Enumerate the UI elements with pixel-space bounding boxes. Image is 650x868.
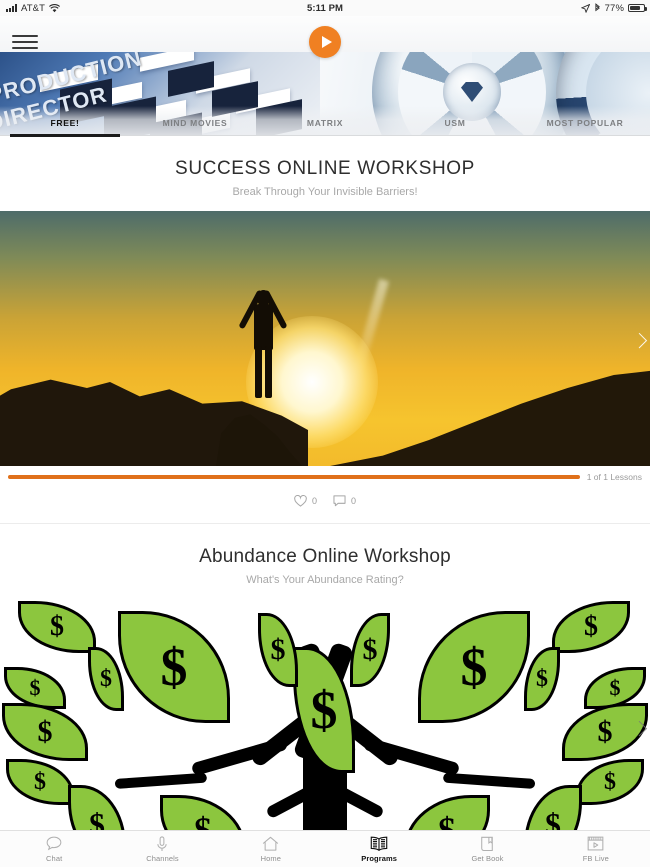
tree-branch [114, 772, 208, 789]
nav-label: Home [260, 853, 282, 863]
nav-label: Get Book [471, 853, 504, 863]
tab-usm[interactable]: USM [390, 110, 520, 136]
nav-label: Chat [46, 853, 63, 863]
nav-item-fb-live[interactable]: FB Live [542, 831, 650, 868]
nav-item-channels[interactable]: Channels [108, 831, 216, 868]
nav-item-get-book[interactable]: Get Book [433, 831, 541, 868]
money-leaf: $ [350, 613, 390, 687]
tab-label: MOST POPULAR [546, 117, 624, 128]
microphone-icon [155, 835, 169, 852]
lessons-count-label: 1 of 1 Lessons [586, 472, 642, 482]
battery-percent-label: 77% [604, 2, 624, 14]
tab-mind-movies[interactable]: MIND MOVIES [130, 110, 260, 136]
home-icon [262, 836, 279, 852]
money-leaf: $ [576, 759, 644, 805]
chevron-right-icon[interactable] [631, 332, 648, 348]
program-progress: 1 of 1 Lessons [0, 466, 650, 482]
program-card-success[interactable]: SUCCESS ONLINE WORKSHOP Break Through Yo… [0, 136, 650, 523]
hill-right [330, 369, 650, 466]
status-bar-time: 5:11 PM [306, 2, 344, 14]
book-icon [480, 836, 494, 852]
tab-label: MIND MOVIES [162, 117, 228, 128]
hamburger-menu-icon[interactable] [12, 32, 38, 52]
like-button[interactable]: 0 [294, 495, 317, 507]
tab-label: MATRIX [306, 117, 344, 128]
category-tabs: FREE! MIND MOVIES MATRIX USM MOST POPULA… [0, 110, 650, 137]
money-leaf: $ [418, 611, 530, 723]
chat-bubble-icon [46, 836, 62, 852]
heart-icon [294, 495, 307, 507]
money-leaf: $ [258, 613, 298, 687]
money-leaf: $ [2, 703, 88, 761]
money-leaf: $ [88, 647, 124, 711]
progress-bar [8, 475, 580, 479]
nav-item-programs[interactable]: Programs [325, 831, 433, 868]
open-book-icon [370, 836, 388, 852]
money-leaf: $ [6, 759, 74, 805]
program-stats: 0 0 [0, 482, 650, 523]
money-leaf: $ [18, 601, 96, 653]
nav-label: FB Live [582, 853, 609, 863]
play-button-icon[interactable] [309, 26, 341, 58]
program-subtitle: What's Your Abundance Rating? [246, 574, 404, 586]
program-image-money-tree[interactable]: $ $ $ $ $ $ $ $ $ $ $ $ $ $ $ $ $ $ $ [0, 599, 650, 854]
status-bar-right: 77% [580, 2, 647, 14]
video-player-icon [587, 836, 604, 852]
battery-icon [628, 4, 647, 12]
comment-count: 0 [351, 496, 357, 506]
nav-label: Programs [361, 853, 398, 863]
program-card-abundance[interactable]: Abundance Online Workshop What's Your Ab… [0, 524, 650, 854]
nav-item-home[interactable]: Home [217, 831, 325, 868]
tab-label: USM [444, 117, 466, 128]
money-leaf: $ [552, 601, 630, 653]
money-leaf: $ [118, 611, 230, 723]
status-bar: AT&T 5:11 PM 77% [0, 0, 650, 16]
program-title: SUCCESS ONLINE WORKSHOP [175, 158, 475, 179]
program-subtitle: Break Through Your Invisible Barriers! [232, 186, 418, 198]
person-silhouette [236, 282, 292, 408]
comment-button[interactable]: 0 [333, 495, 356, 507]
nav-item-chat[interactable]: Chat [0, 831, 108, 868]
like-count: 0 [311, 496, 317, 506]
bottom-navigation: Chat Channels Home Programs Get Book FB … [0, 830, 650, 867]
banner-hub-icon [461, 82, 483, 102]
nav-label: Channels [146, 853, 179, 863]
location-arrow-icon [580, 3, 590, 13]
money-leaf: $ [524, 647, 560, 711]
tab-label: FREE! [50, 117, 80, 128]
tab-matrix[interactable]: MATRIX [260, 110, 390, 136]
tree-branch [442, 772, 536, 789]
program-title: Abundance Online Workshop [199, 546, 451, 567]
bluetooth-icon [595, 3, 600, 12]
tab-most-popular[interactable]: MOST POPULAR [520, 110, 650, 136]
program-image-sunset[interactable] [0, 211, 650, 466]
tab-free[interactable]: FREE! [0, 110, 130, 137]
comment-bubble-icon [333, 495, 346, 507]
